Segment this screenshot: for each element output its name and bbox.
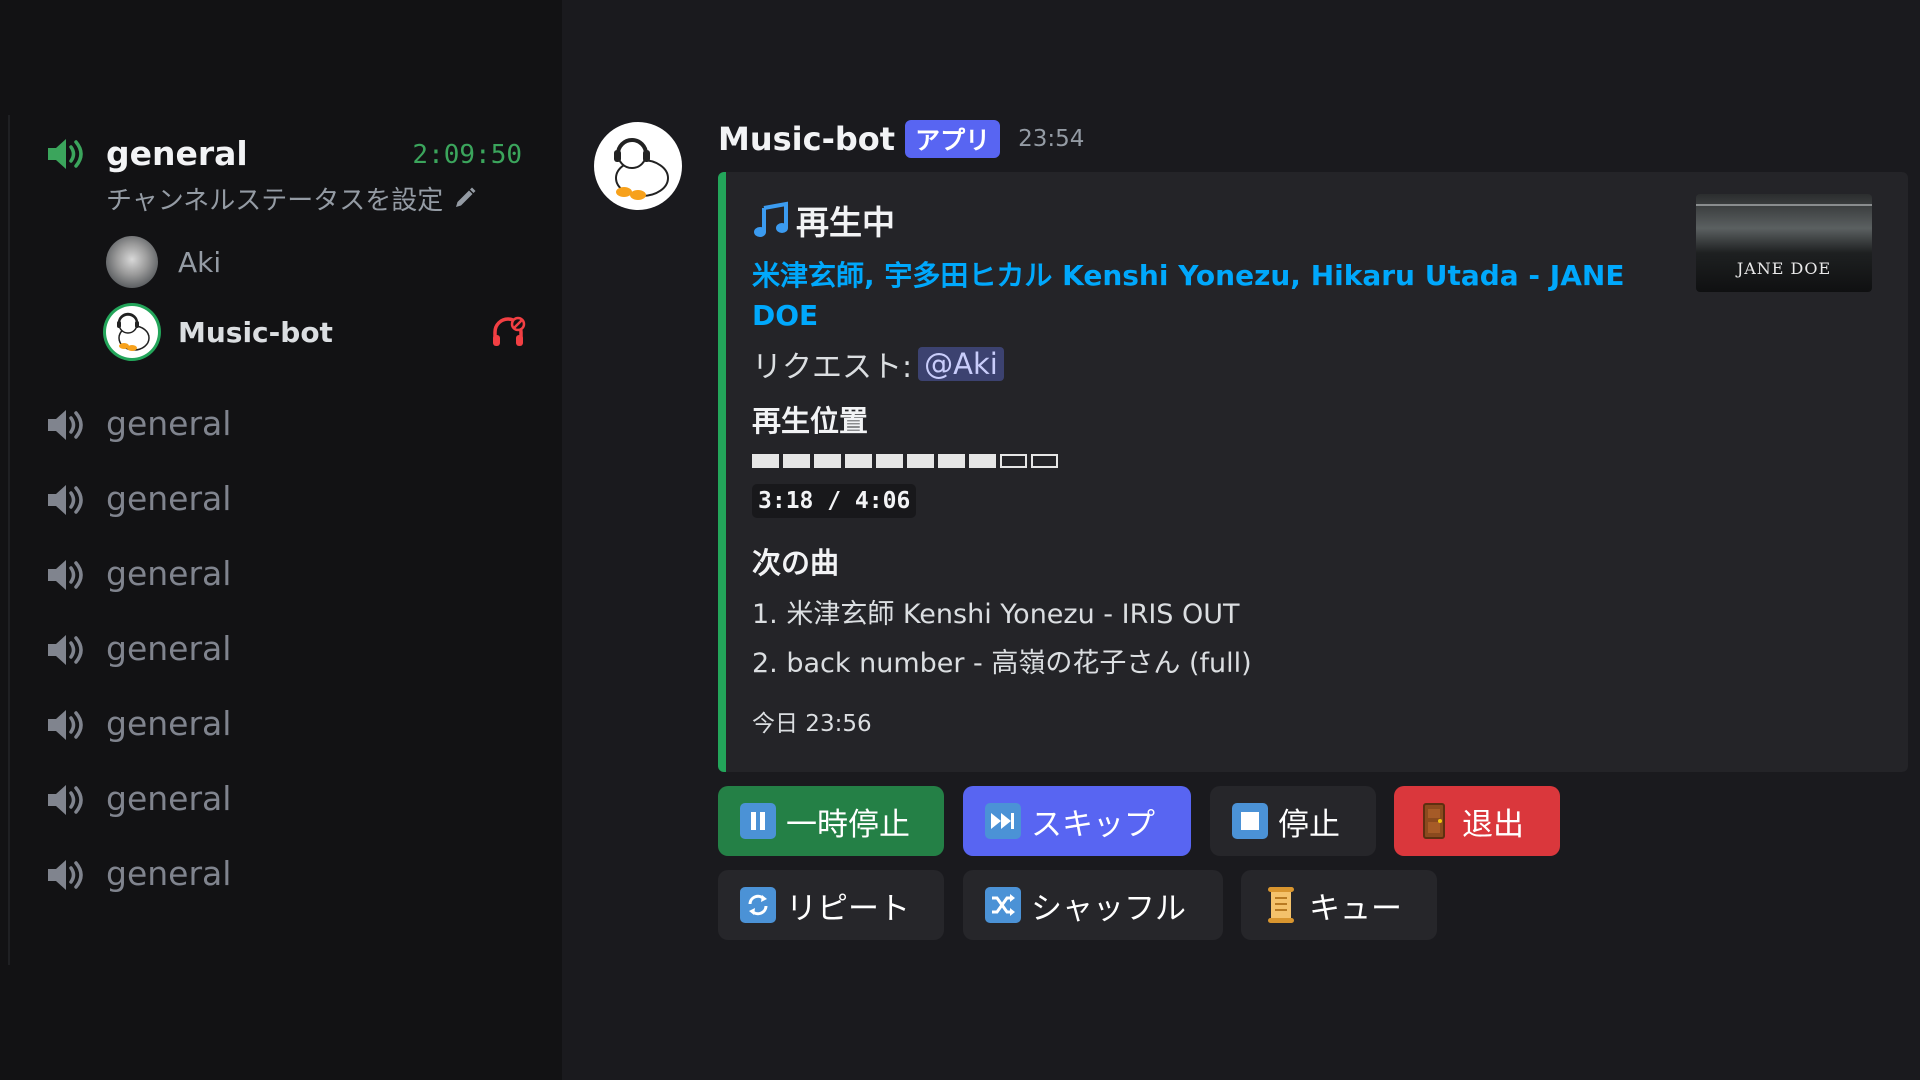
speaker-icon <box>48 560 83 590</box>
stop-button[interactable]: 停止 <box>1210 786 1376 856</box>
voice-channel[interactable]: general <box>44 852 444 898</box>
voice-channel-active[interactable]: general 2:09:50 <box>44 132 534 178</box>
progress-block <box>783 454 810 468</box>
speaker-icon <box>48 635 83 665</box>
voice-channel-name: general <box>106 704 232 743</box>
embed-thumbnail[interactable]: JANE DOE <box>1696 194 1872 292</box>
next-label: 次の曲 <box>752 546 840 580</box>
channel-status-setter[interactable]: チャンネルステータスを設定 <box>106 180 477 216</box>
sidebar-divider <box>8 115 10 965</box>
progress-bar <box>752 454 1058 468</box>
voice-timer: 2:09:50 <box>412 140 522 170</box>
position-label: 再生位置 <box>752 404 869 438</box>
speaker-icon <box>48 139 83 169</box>
speaker-icon <box>48 785 83 815</box>
music-note-icon <box>754 201 788 237</box>
thumbnail-text: JANE DOE <box>1736 259 1832 278</box>
message-header: Music-bot アプリ 23:54 <box>718 120 1084 158</box>
voice-channel-name: general <box>106 554 232 593</box>
speaker-icon <box>48 710 83 740</box>
door-icon <box>1416 803 1452 839</box>
avatar <box>106 236 158 288</box>
shuffle-icon <box>985 887 1021 923</box>
progress-block <box>1031 454 1058 468</box>
channel-sidebar: general 2:09:50 チャンネルステータスを設定 Aki Music-… <box>0 0 562 1080</box>
requester-line: リクエスト: @Aki <box>752 342 1004 386</box>
leave-label: 退出 <box>1462 806 1524 843</box>
repeat-label: リピート <box>786 890 910 927</box>
queue-item: 1. 米津玄師 Kenshi Yonezu - IRIS OUT <box>752 599 1240 630</box>
shuffle-button[interactable]: シャッフル <box>963 870 1223 940</box>
embed-title-text: 再生中 <box>796 203 895 242</box>
member-name: Aki <box>178 245 222 279</box>
progress-block <box>1000 454 1027 468</box>
voice-channel[interactable]: general <box>44 627 444 673</box>
speaker-icon <box>48 485 83 515</box>
progress-block <box>938 454 965 468</box>
speaker-icon <box>48 860 83 890</box>
progress-block <box>752 454 779 468</box>
now-playing-embed: JANE DOE 再生中 米津玄師, 宇多田ヒカル Kenshi Yonezu,… <box>718 172 1908 772</box>
message-author[interactable]: Music-bot <box>718 120 895 158</box>
progress-block <box>969 454 996 468</box>
voice-channel-name: general <box>106 404 232 443</box>
pause-button[interactable]: 一時停止 <box>718 786 944 856</box>
chat-area: Music-bot アプリ 23:54 JANE DOE 再生中 米津玄師, 宇… <box>562 0 1920 1080</box>
skip-label: スキップ <box>1031 806 1155 843</box>
leave-button[interactable]: 退出 <box>1394 786 1560 856</box>
embed-footer: 今日 23:56 <box>752 711 872 737</box>
progress-block <box>814 454 841 468</box>
pause-label: 一時停止 <box>786 806 910 843</box>
voice-channel-name: general <box>106 854 232 893</box>
duck-icon <box>614 138 669 200</box>
thumb-light-line <box>1696 204 1872 206</box>
channel-status-label: チャンネルステータスを設定 <box>106 185 444 216</box>
voice-channel-name: general <box>106 479 232 518</box>
repeat-icon <box>740 887 776 923</box>
message-avatar[interactable] <box>594 122 682 210</box>
voice-member-music-bot[interactable]: Music-bot <box>106 306 526 358</box>
voice-channel-name: general <box>106 134 248 173</box>
scroll-icon <box>1263 887 1299 923</box>
message-timestamp: 23:54 <box>1018 126 1085 152</box>
progress-block <box>876 454 903 468</box>
skip-icon <box>985 803 1021 839</box>
stop-icon <box>1232 803 1268 839</box>
deafened-headphones-icon <box>493 316 526 346</box>
user-mention[interactable]: @Aki <box>918 347 1004 381</box>
duck-icon <box>117 312 150 351</box>
pause-icon <box>740 803 776 839</box>
shuffle-label: シャッフル <box>1031 890 1186 927</box>
voice-channel[interactable]: general <box>44 477 444 523</box>
voice-channel-name: general <box>106 779 232 818</box>
queue-button[interactable]: キュー <box>1241 870 1437 940</box>
voice-channel[interactable]: general <box>44 402 444 448</box>
avatar <box>106 306 158 358</box>
app-tag: アプリ <box>905 120 1001 158</box>
queue-item: 2. back number - 高嶺の花子さん (full) <box>752 648 1252 679</box>
queue-label: キュー <box>1309 890 1402 927</box>
progress-block <box>907 454 934 468</box>
voice-channel[interactable]: general <box>44 777 444 823</box>
skip-button[interactable]: スキップ <box>963 786 1191 856</box>
speaker-icon <box>48 410 83 440</box>
voice-channel[interactable]: general <box>44 702 444 748</box>
voice-channel-name: general <box>106 629 232 668</box>
song-link[interactable]: 米津玄師, 宇多田ヒカル Kenshi Yonezu, Hikaru Utada… <box>752 256 1632 336</box>
position-time: 3:18 / 4:06 <box>752 484 917 518</box>
progress-block <box>845 454 872 468</box>
embed-title: 再生中 <box>752 196 895 244</box>
member-name: Music-bot <box>178 315 333 349</box>
pencil-icon <box>456 187 476 207</box>
requester-label: リクエスト: <box>752 350 913 385</box>
voice-member-aki[interactable]: Aki <box>106 236 221 288</box>
stop-label: 停止 <box>1278 806 1340 843</box>
voice-channel[interactable]: general <box>44 552 444 598</box>
repeat-button[interactable]: リピート <box>718 870 944 940</box>
